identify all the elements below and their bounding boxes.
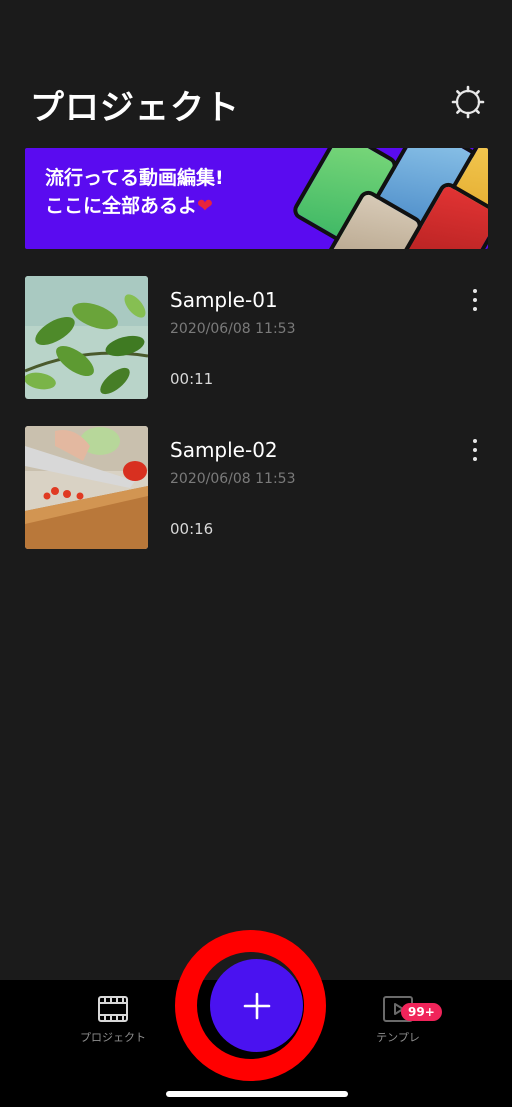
project-thumbnail-leaves[interactable] (25, 276, 148, 399)
banner-line-2: ここに全部あるよ❤ (45, 192, 224, 220)
settings-button[interactable] (448, 82, 488, 122)
header: プロジェクト (0, 70, 512, 134)
app-screen: プロジェクト 流行ってる動画編集! ここに全部あるよ❤ Sample-01 20… (0, 0, 512, 1107)
heart-icon: ❤ (197, 195, 213, 217)
more-vertical-icon-dot (473, 307, 477, 311)
tab-projects[interactable]: プロジェクト (58, 995, 168, 1065)
promo-banner[interactable]: 流行ってる動画編集! ここに全部あるよ❤ (25, 148, 488, 249)
more-options-button[interactable] (465, 436, 485, 464)
tab-templates-label: テンプレ (376, 1031, 420, 1044)
project-date: 2020/06/08 11:53 (170, 471, 296, 487)
leaves-photo-image (25, 276, 148, 399)
more-vertical-icon-dot (473, 457, 477, 461)
plus-icon (243, 992, 270, 1019)
settings-gear-icon (451, 85, 485, 119)
more-options-button[interactable] (465, 286, 485, 314)
add-project-button[interactable] (210, 959, 303, 1052)
more-vertical-icon (473, 439, 477, 443)
banner-line-2-text: ここに全部あるよ (45, 195, 198, 217)
page-title: プロジェクト (30, 88, 240, 128)
project-name: Sample-02 (170, 438, 278, 462)
project-duration: 00:11 (170, 370, 214, 388)
tab-projects-label: プロジェクト (80, 1031, 146, 1044)
project-item[interactable]: Sample-01 2020/06/08 11:53 00:11 (25, 276, 488, 399)
project-name: Sample-01 (170, 288, 278, 312)
film-strip-icon (98, 996, 128, 1022)
more-vertical-icon (473, 289, 477, 293)
project-date: 2020/06/08 11:53 (170, 321, 296, 337)
tab-templates[interactable]: テンプレ 99+ (343, 995, 453, 1065)
project-item[interactable]: Sample-02 2020/06/08 11:53 00:16 (25, 426, 488, 549)
banner-line-1: 流行ってる動画編集! (45, 167, 224, 189)
home-indicator (166, 1091, 348, 1097)
project-thumbnail-tomato[interactable] (25, 426, 148, 549)
project-duration: 00:16 (170, 520, 214, 538)
more-vertical-icon-dot (473, 448, 477, 452)
banner-text: 流行ってる動画編集! ここに全部あるよ❤ (45, 164, 224, 220)
notification-badge: 99+ (401, 1003, 442, 1021)
cutting-tomato-photo-image (25, 426, 148, 549)
more-vertical-icon-dot (473, 298, 477, 302)
